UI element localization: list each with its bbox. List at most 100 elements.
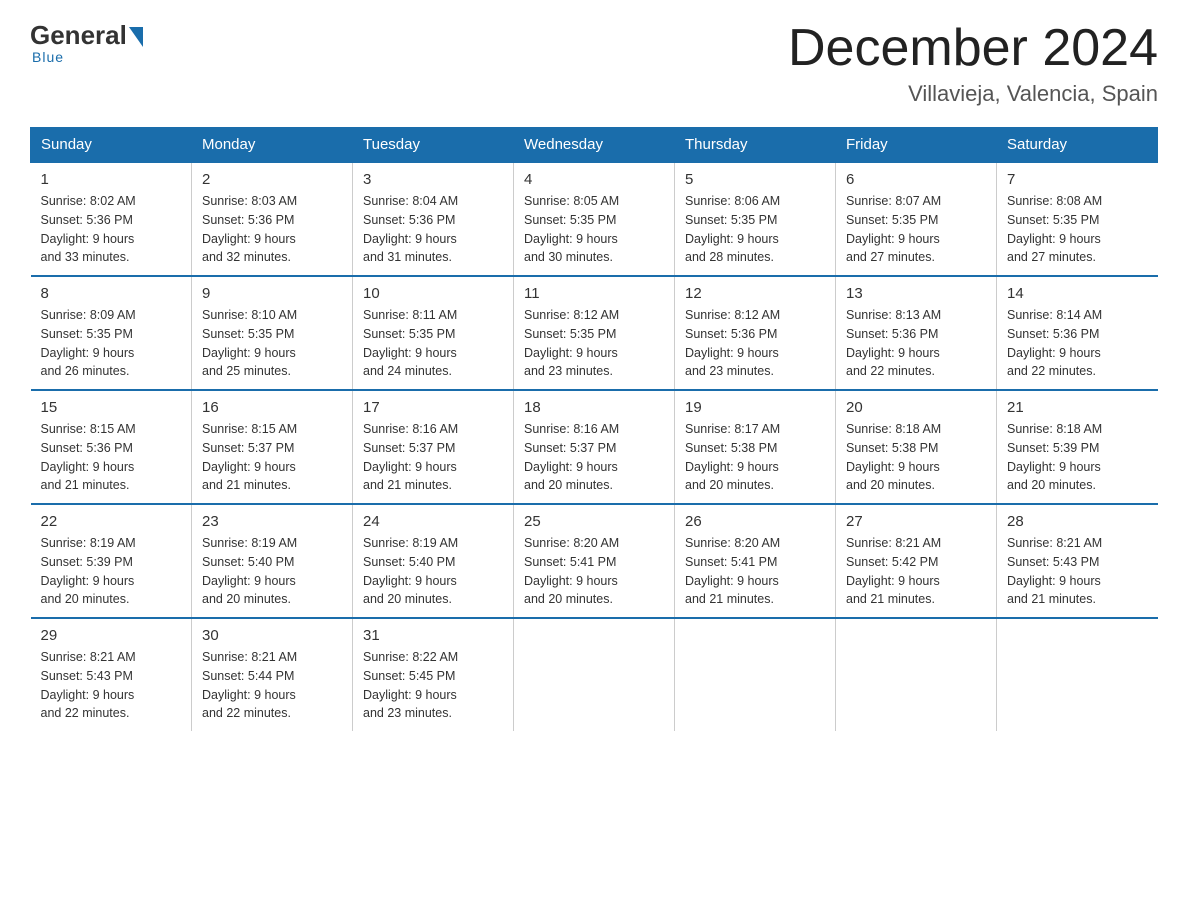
calendar-cell: 28 Sunrise: 8:21 AM Sunset: 5:43 PM Dayl… — [997, 504, 1158, 618]
location-title: Villavieja, Valencia, Spain — [788, 81, 1158, 107]
day-info: Sunrise: 8:21 AM Sunset: 5:43 PM Dayligh… — [41, 648, 182, 723]
day-number: 31 — [363, 627, 503, 644]
weekday-header-monday: Monday — [192, 128, 353, 163]
day-info: Sunrise: 8:16 AM Sunset: 5:37 PM Dayligh… — [524, 420, 664, 495]
calendar-cell: 10 Sunrise: 8:11 AM Sunset: 5:35 PM Dayl… — [353, 276, 514, 390]
calendar-cell: 26 Sunrise: 8:20 AM Sunset: 5:41 PM Dayl… — [675, 504, 836, 618]
day-number: 17 — [363, 399, 503, 416]
calendar-cell: 20 Sunrise: 8:18 AM Sunset: 5:38 PM Dayl… — [836, 390, 997, 504]
day-number: 21 — [1007, 399, 1148, 416]
day-info: Sunrise: 8:20 AM Sunset: 5:41 PM Dayligh… — [685, 534, 825, 609]
calendar-cell: 18 Sunrise: 8:16 AM Sunset: 5:37 PM Dayl… — [514, 390, 675, 504]
day-number: 9 — [202, 285, 342, 302]
weekday-header-sunday: Sunday — [31, 128, 192, 163]
calendar-cell — [997, 618, 1158, 731]
calendar-header-row: SundayMondayTuesdayWednesdayThursdayFrid… — [31, 128, 1158, 163]
logo-triangle-icon — [129, 27, 143, 47]
weekday-header-saturday: Saturday — [997, 128, 1158, 163]
day-info: Sunrise: 8:09 AM Sunset: 5:35 PM Dayligh… — [41, 306, 182, 381]
day-number: 2 — [202, 171, 342, 188]
calendar-cell: 30 Sunrise: 8:21 AM Sunset: 5:44 PM Dayl… — [192, 618, 353, 731]
calendar-cell — [675, 618, 836, 731]
day-number: 23 — [202, 513, 342, 530]
calendar-cell: 8 Sunrise: 8:09 AM Sunset: 5:35 PM Dayli… — [31, 276, 192, 390]
day-number: 6 — [846, 171, 986, 188]
day-number: 13 — [846, 285, 986, 302]
calendar-cell: 5 Sunrise: 8:06 AM Sunset: 5:35 PM Dayli… — [675, 162, 836, 276]
day-number: 19 — [685, 399, 825, 416]
day-info: Sunrise: 8:02 AM Sunset: 5:36 PM Dayligh… — [41, 192, 182, 267]
day-info: Sunrise: 8:19 AM Sunset: 5:39 PM Dayligh… — [41, 534, 182, 609]
month-title: December 2024 — [788, 20, 1158, 77]
day-info: Sunrise: 8:15 AM Sunset: 5:36 PM Dayligh… — [41, 420, 182, 495]
day-info: Sunrise: 8:14 AM Sunset: 5:36 PM Dayligh… — [1007, 306, 1148, 381]
calendar-week-row: 22 Sunrise: 8:19 AM Sunset: 5:39 PM Dayl… — [31, 504, 1158, 618]
calendar-cell: 25 Sunrise: 8:20 AM Sunset: 5:41 PM Dayl… — [514, 504, 675, 618]
calendar-cell: 31 Sunrise: 8:22 AM Sunset: 5:45 PM Dayl… — [353, 618, 514, 731]
calendar-week-row: 15 Sunrise: 8:15 AM Sunset: 5:36 PM Dayl… — [31, 390, 1158, 504]
calendar-cell: 1 Sunrise: 8:02 AM Sunset: 5:36 PM Dayli… — [31, 162, 192, 276]
day-info: Sunrise: 8:16 AM Sunset: 5:37 PM Dayligh… — [363, 420, 503, 495]
day-info: Sunrise: 8:18 AM Sunset: 5:38 PM Dayligh… — [846, 420, 986, 495]
day-number: 28 — [1007, 513, 1148, 530]
weekday-header-thursday: Thursday — [675, 128, 836, 163]
day-info: Sunrise: 8:08 AM Sunset: 5:35 PM Dayligh… — [1007, 192, 1148, 267]
weekday-header-friday: Friday — [836, 128, 997, 163]
day-info: Sunrise: 8:04 AM Sunset: 5:36 PM Dayligh… — [363, 192, 503, 267]
calendar-cell: 12 Sunrise: 8:12 AM Sunset: 5:36 PM Dayl… — [675, 276, 836, 390]
weekday-header-wednesday: Wednesday — [514, 128, 675, 163]
day-number: 25 — [524, 513, 664, 530]
calendar-cell: 4 Sunrise: 8:05 AM Sunset: 5:35 PM Dayli… — [514, 162, 675, 276]
calendar-cell: 3 Sunrise: 8:04 AM Sunset: 5:36 PM Dayli… — [353, 162, 514, 276]
calendar-cell: 14 Sunrise: 8:14 AM Sunset: 5:36 PM Dayl… — [997, 276, 1158, 390]
calendar-cell: 17 Sunrise: 8:16 AM Sunset: 5:37 PM Dayl… — [353, 390, 514, 504]
calendar-cell: 7 Sunrise: 8:08 AM Sunset: 5:35 PM Dayli… — [997, 162, 1158, 276]
calendar-cell: 13 Sunrise: 8:13 AM Sunset: 5:36 PM Dayl… — [836, 276, 997, 390]
day-info: Sunrise: 8:21 AM Sunset: 5:42 PM Dayligh… — [846, 534, 986, 609]
day-info: Sunrise: 8:12 AM Sunset: 5:36 PM Dayligh… — [685, 306, 825, 381]
calendar-cell — [836, 618, 997, 731]
day-number: 14 — [1007, 285, 1148, 302]
day-info: Sunrise: 8:07 AM Sunset: 5:35 PM Dayligh… — [846, 192, 986, 267]
day-number: 15 — [41, 399, 182, 416]
day-number: 5 — [685, 171, 825, 188]
page-header: General Blue December 2024 Villavieja, V… — [30, 20, 1158, 107]
calendar-cell: 2 Sunrise: 8:03 AM Sunset: 5:36 PM Dayli… — [192, 162, 353, 276]
calendar-cell: 16 Sunrise: 8:15 AM Sunset: 5:37 PM Dayl… — [192, 390, 353, 504]
day-info: Sunrise: 8:13 AM Sunset: 5:36 PM Dayligh… — [846, 306, 986, 381]
logo: General Blue — [30, 20, 144, 65]
day-number: 30 — [202, 627, 342, 644]
weekday-header-tuesday: Tuesday — [353, 128, 514, 163]
day-number: 7 — [1007, 171, 1148, 188]
day-info: Sunrise: 8:20 AM Sunset: 5:41 PM Dayligh… — [524, 534, 664, 609]
calendar-cell: 22 Sunrise: 8:19 AM Sunset: 5:39 PM Dayl… — [31, 504, 192, 618]
calendar-cell: 15 Sunrise: 8:15 AM Sunset: 5:36 PM Dayl… — [31, 390, 192, 504]
day-info: Sunrise: 8:03 AM Sunset: 5:36 PM Dayligh… — [202, 192, 342, 267]
day-info: Sunrise: 8:18 AM Sunset: 5:39 PM Dayligh… — [1007, 420, 1148, 495]
day-info: Sunrise: 8:21 AM Sunset: 5:43 PM Dayligh… — [1007, 534, 1148, 609]
day-number: 29 — [41, 627, 182, 644]
day-number: 27 — [846, 513, 986, 530]
calendar-week-row: 29 Sunrise: 8:21 AM Sunset: 5:43 PM Dayl… — [31, 618, 1158, 731]
calendar-cell — [514, 618, 675, 731]
day-info: Sunrise: 8:22 AM Sunset: 5:45 PM Dayligh… — [363, 648, 503, 723]
day-number: 12 — [685, 285, 825, 302]
calendar-cell: 24 Sunrise: 8:19 AM Sunset: 5:40 PM Dayl… — [353, 504, 514, 618]
day-info: Sunrise: 8:05 AM Sunset: 5:35 PM Dayligh… — [524, 192, 664, 267]
day-info: Sunrise: 8:17 AM Sunset: 5:38 PM Dayligh… — [685, 420, 825, 495]
calendar-cell: 27 Sunrise: 8:21 AM Sunset: 5:42 PM Dayl… — [836, 504, 997, 618]
calendar-cell: 6 Sunrise: 8:07 AM Sunset: 5:35 PM Dayli… — [836, 162, 997, 276]
calendar-cell: 9 Sunrise: 8:10 AM Sunset: 5:35 PM Dayli… — [192, 276, 353, 390]
day-number: 20 — [846, 399, 986, 416]
day-info: Sunrise: 8:11 AM Sunset: 5:35 PM Dayligh… — [363, 306, 503, 381]
calendar-cell: 11 Sunrise: 8:12 AM Sunset: 5:35 PM Dayl… — [514, 276, 675, 390]
day-info: Sunrise: 8:10 AM Sunset: 5:35 PM Dayligh… — [202, 306, 342, 381]
day-number: 10 — [363, 285, 503, 302]
calendar-week-row: 1 Sunrise: 8:02 AM Sunset: 5:36 PM Dayli… — [31, 162, 1158, 276]
day-info: Sunrise: 8:15 AM Sunset: 5:37 PM Dayligh… — [202, 420, 342, 495]
day-info: Sunrise: 8:21 AM Sunset: 5:44 PM Dayligh… — [202, 648, 342, 723]
day-number: 1 — [41, 171, 182, 188]
day-number: 24 — [363, 513, 503, 530]
day-number: 8 — [41, 285, 182, 302]
day-number: 18 — [524, 399, 664, 416]
